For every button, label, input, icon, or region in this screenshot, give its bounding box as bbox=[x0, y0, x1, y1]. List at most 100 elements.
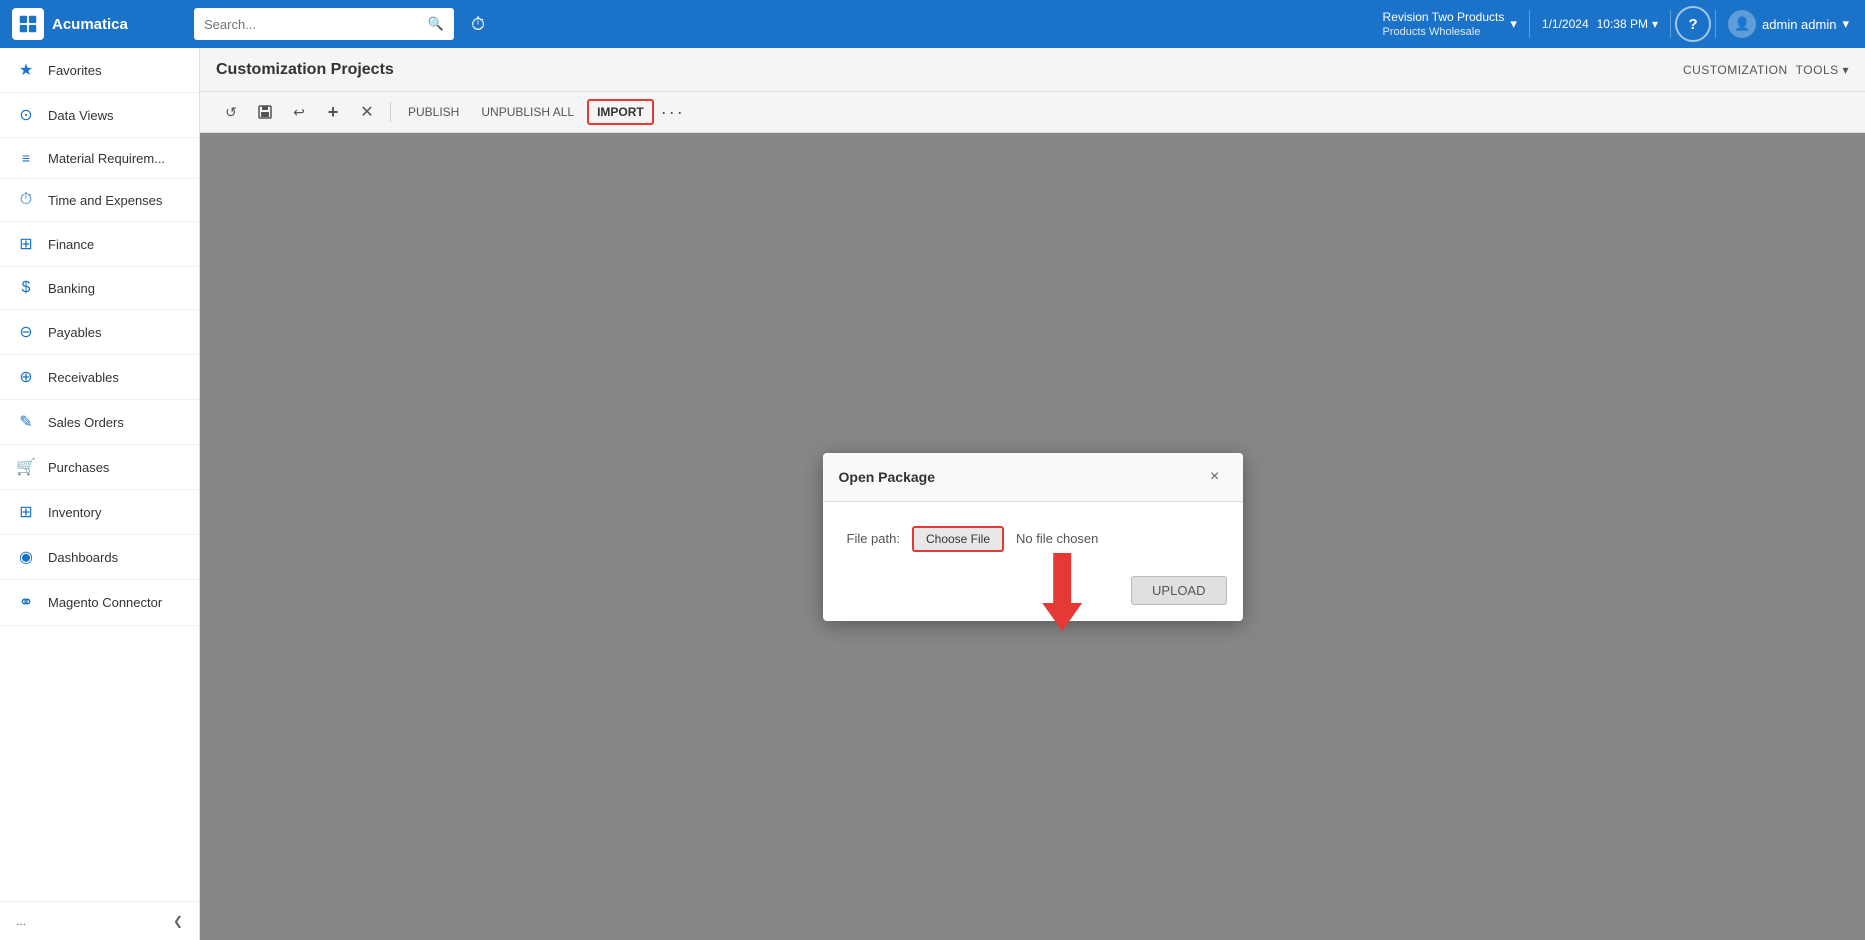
publish-label: PUBLISH bbox=[408, 105, 459, 119]
import-label: IMPORT bbox=[597, 105, 644, 119]
logo-icon bbox=[12, 8, 44, 40]
branch-selector[interactable]: Revision Two Products Products Wholesale… bbox=[1375, 6, 1525, 42]
time-text: 10:38 PM bbox=[1597, 17, 1648, 31]
nav-divider-3 bbox=[1715, 10, 1716, 38]
sidebar-item-label: Sales Orders bbox=[48, 415, 124, 430]
help-icon: ? bbox=[1688, 16, 1697, 33]
purchases-icon: 🛒 bbox=[16, 457, 36, 477]
sales-orders-icon: ✎ bbox=[16, 412, 36, 432]
date-selector[interactable]: 1/1/2024 10:38 PM ▾ bbox=[1534, 13, 1666, 35]
search-icon[interactable]: 🔍 bbox=[428, 16, 444, 32]
no-file-text: No file chosen bbox=[1016, 531, 1098, 546]
sidebar-item-label: Dashboards bbox=[48, 550, 118, 565]
sidebar-item-sales-orders[interactable]: ✎ Sales Orders bbox=[0, 400, 199, 445]
layout: ★ Favorites ⊙ Data Views ≡ Material Requ… bbox=[0, 48, 1865, 940]
modal-overlay: Open Package × File path: Choose File No… bbox=[200, 133, 1865, 940]
avatar-icon: 👤 bbox=[1734, 16, 1750, 32]
modal-close-button[interactable]: × bbox=[1203, 465, 1227, 489]
star-icon: ★ bbox=[16, 60, 36, 80]
top-navigation: Acumatica 🔍 ⏱ Revision Two Products Prod… bbox=[0, 0, 1865, 48]
sidebar-item-banking[interactable]: $ Banking bbox=[0, 267, 199, 310]
undo-button[interactable]: ↩ bbox=[284, 98, 314, 126]
unpublish-all-label: UNPUBLISH ALL bbox=[481, 105, 574, 119]
refresh-button[interactable]: ↺ bbox=[216, 98, 246, 126]
banking-icon: $ bbox=[16, 279, 36, 297]
sidebar-item-label: Data Views bbox=[48, 108, 114, 123]
save-button[interactable] bbox=[250, 98, 280, 126]
import-button[interactable]: IMPORT bbox=[587, 99, 654, 125]
sidebar-item-label: Payables bbox=[48, 325, 101, 340]
tools-link[interactable]: TOOLS ▾ bbox=[1796, 63, 1849, 77]
date-dropdown-icon: ▾ bbox=[1652, 17, 1658, 31]
branch-info: Revision Two Products Products Wholesale bbox=[1383, 10, 1505, 38]
branch-dropdown-icon: ▾ bbox=[1510, 16, 1517, 32]
sidebar-item-label: Magento Connector bbox=[48, 595, 162, 610]
sidebar-item-inventory[interactable]: ⊞ Inventory bbox=[0, 490, 199, 535]
add-button[interactable]: + bbox=[318, 98, 348, 126]
page-title: Customization Projects bbox=[216, 61, 394, 79]
sidebar-item-label: Material Requirem... bbox=[48, 151, 165, 166]
nav-divider-2 bbox=[1670, 10, 1671, 38]
user-avatar: 👤 bbox=[1728, 10, 1756, 38]
recent-items-button[interactable]: ⏱ bbox=[460, 6, 496, 42]
modal-body: File path: Choose File No file chosen bbox=[823, 502, 1243, 568]
sidebar: ★ Favorites ⊙ Data Views ≡ Material Requ… bbox=[0, 48, 200, 940]
toolbar: ↺ ↩ + ✕ PUBLISH UNPUBLISH ALL IMPORT ··· bbox=[200, 92, 1865, 133]
file-path-row: File path: Choose File No file chosen bbox=[847, 526, 1219, 552]
sidebar-item-material-req[interactable]: ≡ Material Requirem... bbox=[0, 138, 199, 179]
publish-button[interactable]: PUBLISH bbox=[399, 100, 468, 124]
inventory-icon: ⊞ bbox=[16, 502, 36, 522]
collapse-icon: ❮ bbox=[173, 914, 183, 928]
material-req-icon: ≡ bbox=[16, 150, 36, 166]
sidebar-item-favorites[interactable]: ★ Favorites bbox=[0, 48, 199, 93]
help-button[interactable]: ? bbox=[1675, 6, 1711, 42]
magento-icon: ⚭ bbox=[16, 592, 36, 613]
close-icon: × bbox=[1210, 468, 1219, 486]
acumatica-logo[interactable]: Acumatica bbox=[8, 8, 188, 40]
search-input[interactable] bbox=[204, 17, 420, 32]
payables-icon: ⊖ bbox=[16, 322, 36, 342]
search-bar: 🔍 bbox=[194, 8, 454, 40]
sidebar-item-dashboards[interactable]: ◉ Dashboards bbox=[0, 535, 199, 580]
modal-header: Open Package × bbox=[823, 453, 1243, 502]
sidebar-footer[interactable]: ... ❮ bbox=[0, 901, 199, 940]
sidebar-item-purchases[interactable]: 🛒 Purchases bbox=[0, 445, 199, 490]
page-header: Customization Projects CUSTOMIZATION TOO… bbox=[200, 48, 1865, 92]
sidebar-item-label: Inventory bbox=[48, 505, 101, 520]
sidebar-item-label: Purchases bbox=[48, 460, 109, 475]
sidebar-item-label: Favorites bbox=[48, 63, 101, 78]
sidebar-item-time-expenses[interactable]: ⏱ Time and Expenses bbox=[0, 179, 199, 222]
unpublish-all-button[interactable]: UNPUBLISH ALL bbox=[472, 100, 583, 124]
branch-sub: Products Wholesale bbox=[1383, 26, 1505, 38]
app-name: Acumatica bbox=[52, 16, 128, 33]
file-path-label: File path: bbox=[847, 531, 900, 546]
customization-link[interactable]: CUSTOMIZATION bbox=[1683, 63, 1788, 77]
more-options-button[interactable]: ··· bbox=[658, 98, 688, 126]
sidebar-item-magento[interactable]: ⚭ Magento Connector bbox=[0, 580, 199, 626]
sidebar-item-finance[interactable]: ⊞ Finance bbox=[0, 222, 199, 267]
modal-footer: UPLOAD bbox=[823, 568, 1243, 621]
modal-title: Open Package bbox=[839, 469, 936, 485]
user-menu-button[interactable]: 👤 admin admin ▾ bbox=[1720, 6, 1857, 42]
delete-button[interactable]: ✕ bbox=[352, 98, 382, 126]
open-package-dialog: Open Package × File path: Choose File No… bbox=[823, 453, 1243, 621]
choose-file-button[interactable]: Choose File bbox=[912, 526, 1004, 552]
main-content: Customization Projects CUSTOMIZATION TOO… bbox=[200, 48, 1865, 940]
content-area: Open Package × File path: Choose File No… bbox=[200, 133, 1865, 940]
sidebar-item-payables[interactable]: ⊖ Payables bbox=[0, 310, 199, 355]
toolbar-separator-1 bbox=[390, 102, 391, 122]
time-expenses-icon: ⏱ bbox=[16, 191, 36, 209]
nav-right-section: Revision Two Products Products Wholesale… bbox=[1375, 6, 1857, 42]
user-name: admin admin bbox=[1762, 17, 1836, 32]
upload-button[interactable]: UPLOAD bbox=[1131, 576, 1226, 605]
date-text: 1/1/2024 bbox=[1542, 17, 1589, 31]
branch-name: Revision Two Products bbox=[1383, 10, 1505, 26]
more-label: ... bbox=[16, 914, 26, 928]
choose-file-label: Choose File bbox=[926, 532, 990, 546]
sidebar-item-label: Time and Expenses bbox=[48, 193, 162, 208]
sidebar-item-label: Finance bbox=[48, 237, 94, 252]
receivables-icon: ⊕ bbox=[16, 367, 36, 387]
sidebar-item-data-views[interactable]: ⊙ Data Views bbox=[0, 93, 199, 138]
upload-label: UPLOAD bbox=[1152, 583, 1205, 598]
sidebar-item-receivables[interactable]: ⊕ Receivables bbox=[0, 355, 199, 400]
